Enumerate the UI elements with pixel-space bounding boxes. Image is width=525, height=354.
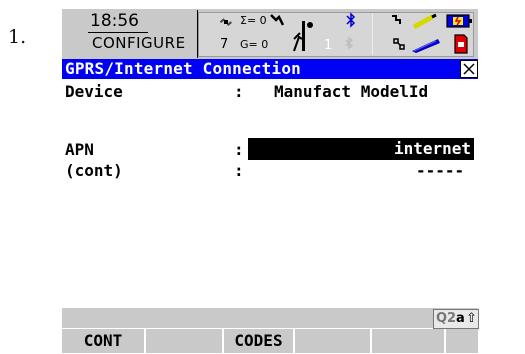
device-separator: : bbox=[234, 82, 244, 101]
close-icon bbox=[463, 63, 475, 75]
apn-separator: : bbox=[234, 140, 244, 159]
pole-icon bbox=[293, 21, 313, 52]
close-button[interactable] bbox=[460, 60, 478, 78]
f6-button[interactable] bbox=[446, 329, 478, 353]
title-bar: GPRS/Internet Connection bbox=[62, 59, 478, 79]
time-display: 18:56 bbox=[90, 11, 139, 31]
alpha-mode-indicator: a bbox=[456, 311, 465, 326]
apn-label: APN bbox=[65, 140, 94, 159]
f4-button[interactable] bbox=[295, 329, 372, 353]
battery-icon bbox=[446, 14, 472, 28]
input-mode-indicator: Q2 a ⇧ bbox=[433, 309, 479, 329]
apn-value: internet bbox=[393, 139, 471, 158]
device-label: Device bbox=[65, 82, 123, 101]
f5-button[interactable] bbox=[372, 329, 446, 353]
mode-label: CONFIGURE bbox=[92, 34, 186, 52]
f1-cont-button[interactable]: CONT bbox=[62, 329, 146, 353]
cont-value[interactable]: ----- bbox=[416, 161, 464, 180]
bluetooth-secondary-icon bbox=[345, 36, 354, 50]
indicator-bar: Q2 a ⇧ bbox=[62, 308, 479, 329]
step-number: 1. bbox=[8, 26, 27, 48]
function-key-bar: CONT CODES bbox=[62, 329, 478, 353]
device-value: Manufact ModelId bbox=[274, 82, 429, 101]
status-mid-divider bbox=[372, 13, 373, 55]
time-underline bbox=[88, 32, 148, 33]
stylus-icon bbox=[412, 39, 440, 53]
status-bar: 18:56 CONFIGURE Σ= 0 7 G= 0 1 bbox=[62, 9, 478, 59]
satellite-summary: Σ= 0 bbox=[240, 14, 267, 27]
signal-icon bbox=[270, 14, 284, 26]
instrument-screen: 18:56 CONFIGURE Σ= 0 7 G= 0 1 GPRS/Inter… bbox=[62, 9, 479, 353]
cont-label: (cont) bbox=[65, 161, 123, 180]
f3-codes-button[interactable]: CODES bbox=[224, 329, 295, 353]
glonass-count: G= 0 bbox=[240, 38, 269, 51]
quality-indicator: Q2 bbox=[436, 311, 457, 326]
satellite-count: 7 bbox=[220, 37, 229, 52]
apn-input[interactable]: internet bbox=[248, 138, 474, 160]
rtk-count: 1 bbox=[324, 38, 333, 53]
satellite-icon bbox=[219, 18, 232, 27]
panel-title: GPRS/Internet Connection bbox=[65, 59, 301, 78]
bluetooth-icon bbox=[346, 12, 356, 28]
link-icon bbox=[393, 38, 405, 50]
corner-icon bbox=[392, 15, 401, 24]
memory-card-icon bbox=[454, 34, 468, 54]
cont-separator: : bbox=[234, 161, 244, 180]
shift-icon: ⇧ bbox=[466, 311, 477, 326]
pen-icon bbox=[412, 13, 437, 30]
f2-button[interactable] bbox=[146, 329, 224, 353]
